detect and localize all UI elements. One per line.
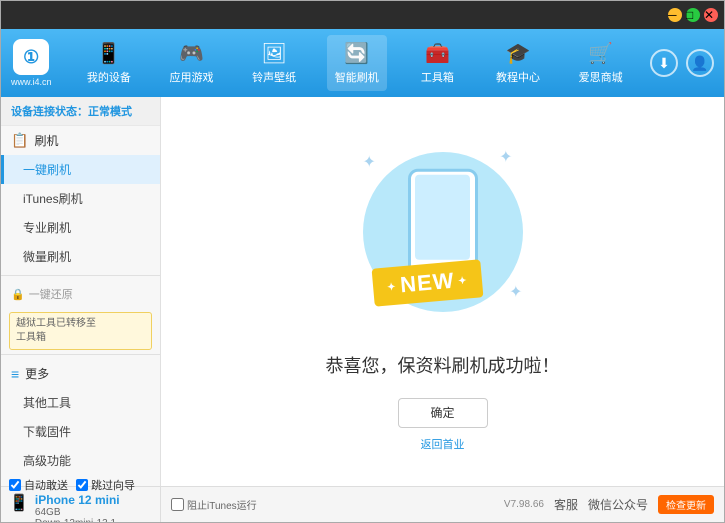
sidebar-item-micro-flash[interactable]: 微量刷机 <box>1 242 160 271</box>
jailbreak-note: 越狱工具已转移至工具箱 <box>9 312 152 350</box>
stop-itunes-label: 阻止iTunes运行 <box>187 497 257 512</box>
header-right: ⬇ 👤 <box>650 49 714 77</box>
success-text: 恭喜您，保资料刷机成功啦！ <box>326 352 560 378</box>
sidebar-group-flash[interactable]: 📋 刷机 <box>1 126 160 155</box>
auto-send-input[interactable] <box>9 479 21 491</box>
auto-send-checkbox[interactable]: 自动敢送 <box>9 477 68 493</box>
check-update-button[interactable]: 检查更新 <box>658 495 714 514</box>
stop-itunes-checkbox[interactable]: 阻止iTunes运行 <box>171 497 257 512</box>
maximize-button[interactable]: □ <box>686 8 700 22</box>
smart-flash-icon: 🔄 <box>344 41 369 66</box>
advanced-label: 高级功能 <box>23 454 71 468</box>
one-key-flash-label: 一键刷机 <box>23 163 71 177</box>
download-button[interactable]: ⬇ <box>650 49 678 77</box>
app-window: ─ □ ✕ ① www.i4.cn 📱 我的设备 🎮 应用游戏 🖼 铃声壁纸 🔄 <box>0 0 725 523</box>
checkbox-row: 自动敢送 跳过向导 <box>9 477 152 493</box>
restore-label: 一键还原 <box>29 286 73 302</box>
version-label: V7.98.66 <box>504 499 544 510</box>
skip-wizard-checkbox[interactable]: 跳过向导 <box>76 477 135 493</box>
itunes-flash-label: iTunes刷机 <box>23 192 83 206</box>
content-wrapper: 设备连接状态：正常模式 📋 刷机 一键刷机 iTunes刷机 专业刷机 微量刷机… <box>1 97 724 486</box>
bottom-right-section: V7.98.66 客服 微信公众号 检查更新 <box>494 495 724 514</box>
sidebar: 设备连接状态：正常模式 📋 刷机 一键刷机 iTunes刷机 专业刷机 微量刷机… <box>1 97 161 486</box>
bottom-bar: 自动敢送 跳过向导 📱 iPhone 12 mini 64GB Down-12m… <box>1 486 724 522</box>
skip-wizard-input[interactable] <box>76 479 88 491</box>
my-device-label: 我的设备 <box>87 69 131 85</box>
confirm-button[interactable]: 确定 <box>398 398 488 428</box>
logo-url: www.i4.cn <box>11 77 52 87</box>
flash-group-label: 刷机 <box>34 132 58 149</box>
bottom-left-section: 自动敢送 跳过向导 📱 iPhone 12 mini 64GB Down-12m… <box>1 487 161 522</box>
wallpaper-icon: 🖼 <box>261 41 286 66</box>
device-name: iPhone 12 mini <box>35 493 120 507</box>
device-storage: 64GB <box>35 507 120 518</box>
header: ① www.i4.cn 📱 我的设备 🎮 应用游戏 🖼 铃声壁纸 🔄 智能刷机 … <box>1 29 724 97</box>
sparkle-2: ✦ <box>499 147 512 167</box>
sidebar-item-advanced[interactable]: 高级功能 <box>1 446 160 475</box>
device-details: iPhone 12 mini 64GB Down-12mini-13,1 <box>35 493 120 523</box>
more-group-label: 更多 <box>25 365 49 382</box>
nav-smart-flash[interactable]: 🔄 智能刷机 <box>327 35 387 91</box>
device-version: Down-12mini-13,1 <box>35 518 120 523</box>
logo: ① www.i4.cn <box>11 39 52 87</box>
my-device-icon: 📱 <box>96 41 121 66</box>
i4-mall-icon: 🛒 <box>588 41 613 66</box>
device-phone-icon: 📱 <box>9 493 29 513</box>
tutorials-icon: 🎓 <box>506 41 531 66</box>
nav-my-device[interactable]: 📱 我的设备 <box>79 35 139 91</box>
wechat-public-link[interactable]: 微信公众号 <box>588 496 648 513</box>
nav: 📱 我的设备 🎮 应用游戏 🖼 铃声壁纸 🔄 智能刷机 🧰 工具箱 🎓 <box>68 35 642 91</box>
illustration: NEW ✦ ✦ ✦ <box>343 132 543 332</box>
sidebar-item-one-key-flash[interactable]: 一键刷机 <box>1 155 160 184</box>
smart-flash-label: 智能刷机 <box>335 69 379 85</box>
phone-screen <box>415 175 470 260</box>
status-bar: 设备连接状态：正常模式 <box>1 97 160 126</box>
toolbox-label: 工具箱 <box>421 69 454 85</box>
sidebar-item-itunes-flash[interactable]: iTunes刷机 <box>1 184 160 213</box>
close-button[interactable]: ✕ <box>704 8 718 22</box>
apps-games-label: 应用游戏 <box>169 69 213 85</box>
download-firmware-label: 下载固件 <box>23 425 71 439</box>
nav-apps-games[interactable]: 🎮 应用游戏 <box>161 35 221 91</box>
flash-group-icon: 📋 <box>11 132 28 149</box>
minimize-button[interactable]: ─ <box>668 8 682 22</box>
other-tools-label: 其他工具 <box>23 396 71 410</box>
customer-service-link[interactable]: 客服 <box>554 496 578 513</box>
sidebar-item-download-firmware[interactable]: 下载固件 <box>1 417 160 446</box>
main-content: NEW ✦ ✦ ✦ 恭喜您，保资料刷机成功啦！ 确定 返回首业 <box>161 97 724 486</box>
bottom-mid-section: 阻止iTunes运行 <box>161 497 494 512</box>
sparkle-3: ✦ <box>509 282 522 302</box>
sidebar-group-restore-locked: 🔒 一键还原 <box>1 280 160 308</box>
status-value: 正常模式 <box>88 106 132 118</box>
wallpaper-label: 铃声壁纸 <box>252 69 296 85</box>
divider-2 <box>1 354 160 355</box>
status-label: 设备连接状态： <box>11 106 88 118</box>
device-info: 📱 iPhone 12 mini 64GB Down-12mini-13,1 <box>9 493 152 523</box>
micro-flash-label: 微量刷机 <box>23 250 71 264</box>
more-group-icon: ≡ <box>11 366 19 382</box>
divider-1 <box>1 275 160 276</box>
sidebar-item-pro-flash[interactable]: 专业刷机 <box>1 213 160 242</box>
lock-icon: 🔒 <box>11 288 25 301</box>
titlebar: ─ □ ✕ <box>1 1 724 29</box>
nav-tutorials[interactable]: 🎓 教程中心 <box>488 35 548 91</box>
i4-mall-label: 爱思商城 <box>579 69 623 85</box>
skip-wizard-label: 跳过向导 <box>91 477 135 493</box>
sidebar-item-other-tools[interactable]: 其他工具 <box>1 388 160 417</box>
nav-wallpaper[interactable]: 🖼 铃声壁纸 <box>244 35 304 91</box>
nav-i4-mall[interactable]: 🛒 爱思商城 <box>571 35 631 91</box>
user-button[interactable]: 👤 <box>686 49 714 77</box>
sidebar-group-more[interactable]: ≡ 更多 <box>1 359 160 388</box>
jailbreak-note-text: 越狱工具已转移至工具箱 <box>16 318 96 343</box>
toolbox-icon: 🧰 <box>425 41 450 66</box>
apps-games-icon: 🎮 <box>179 41 204 66</box>
pro-flash-label: 专业刷机 <box>23 221 71 235</box>
stop-itunes-input[interactable] <box>171 498 184 511</box>
nav-toolbox[interactable]: 🧰 工具箱 <box>409 35 465 91</box>
tutorials-label: 教程中心 <box>496 69 540 85</box>
sparkle-1: ✦ <box>363 152 376 172</box>
retry-link[interactable]: 返回首业 <box>421 436 465 452</box>
logo-icon: ① <box>13 39 49 75</box>
auto-send-label: 自动敢送 <box>24 477 68 493</box>
